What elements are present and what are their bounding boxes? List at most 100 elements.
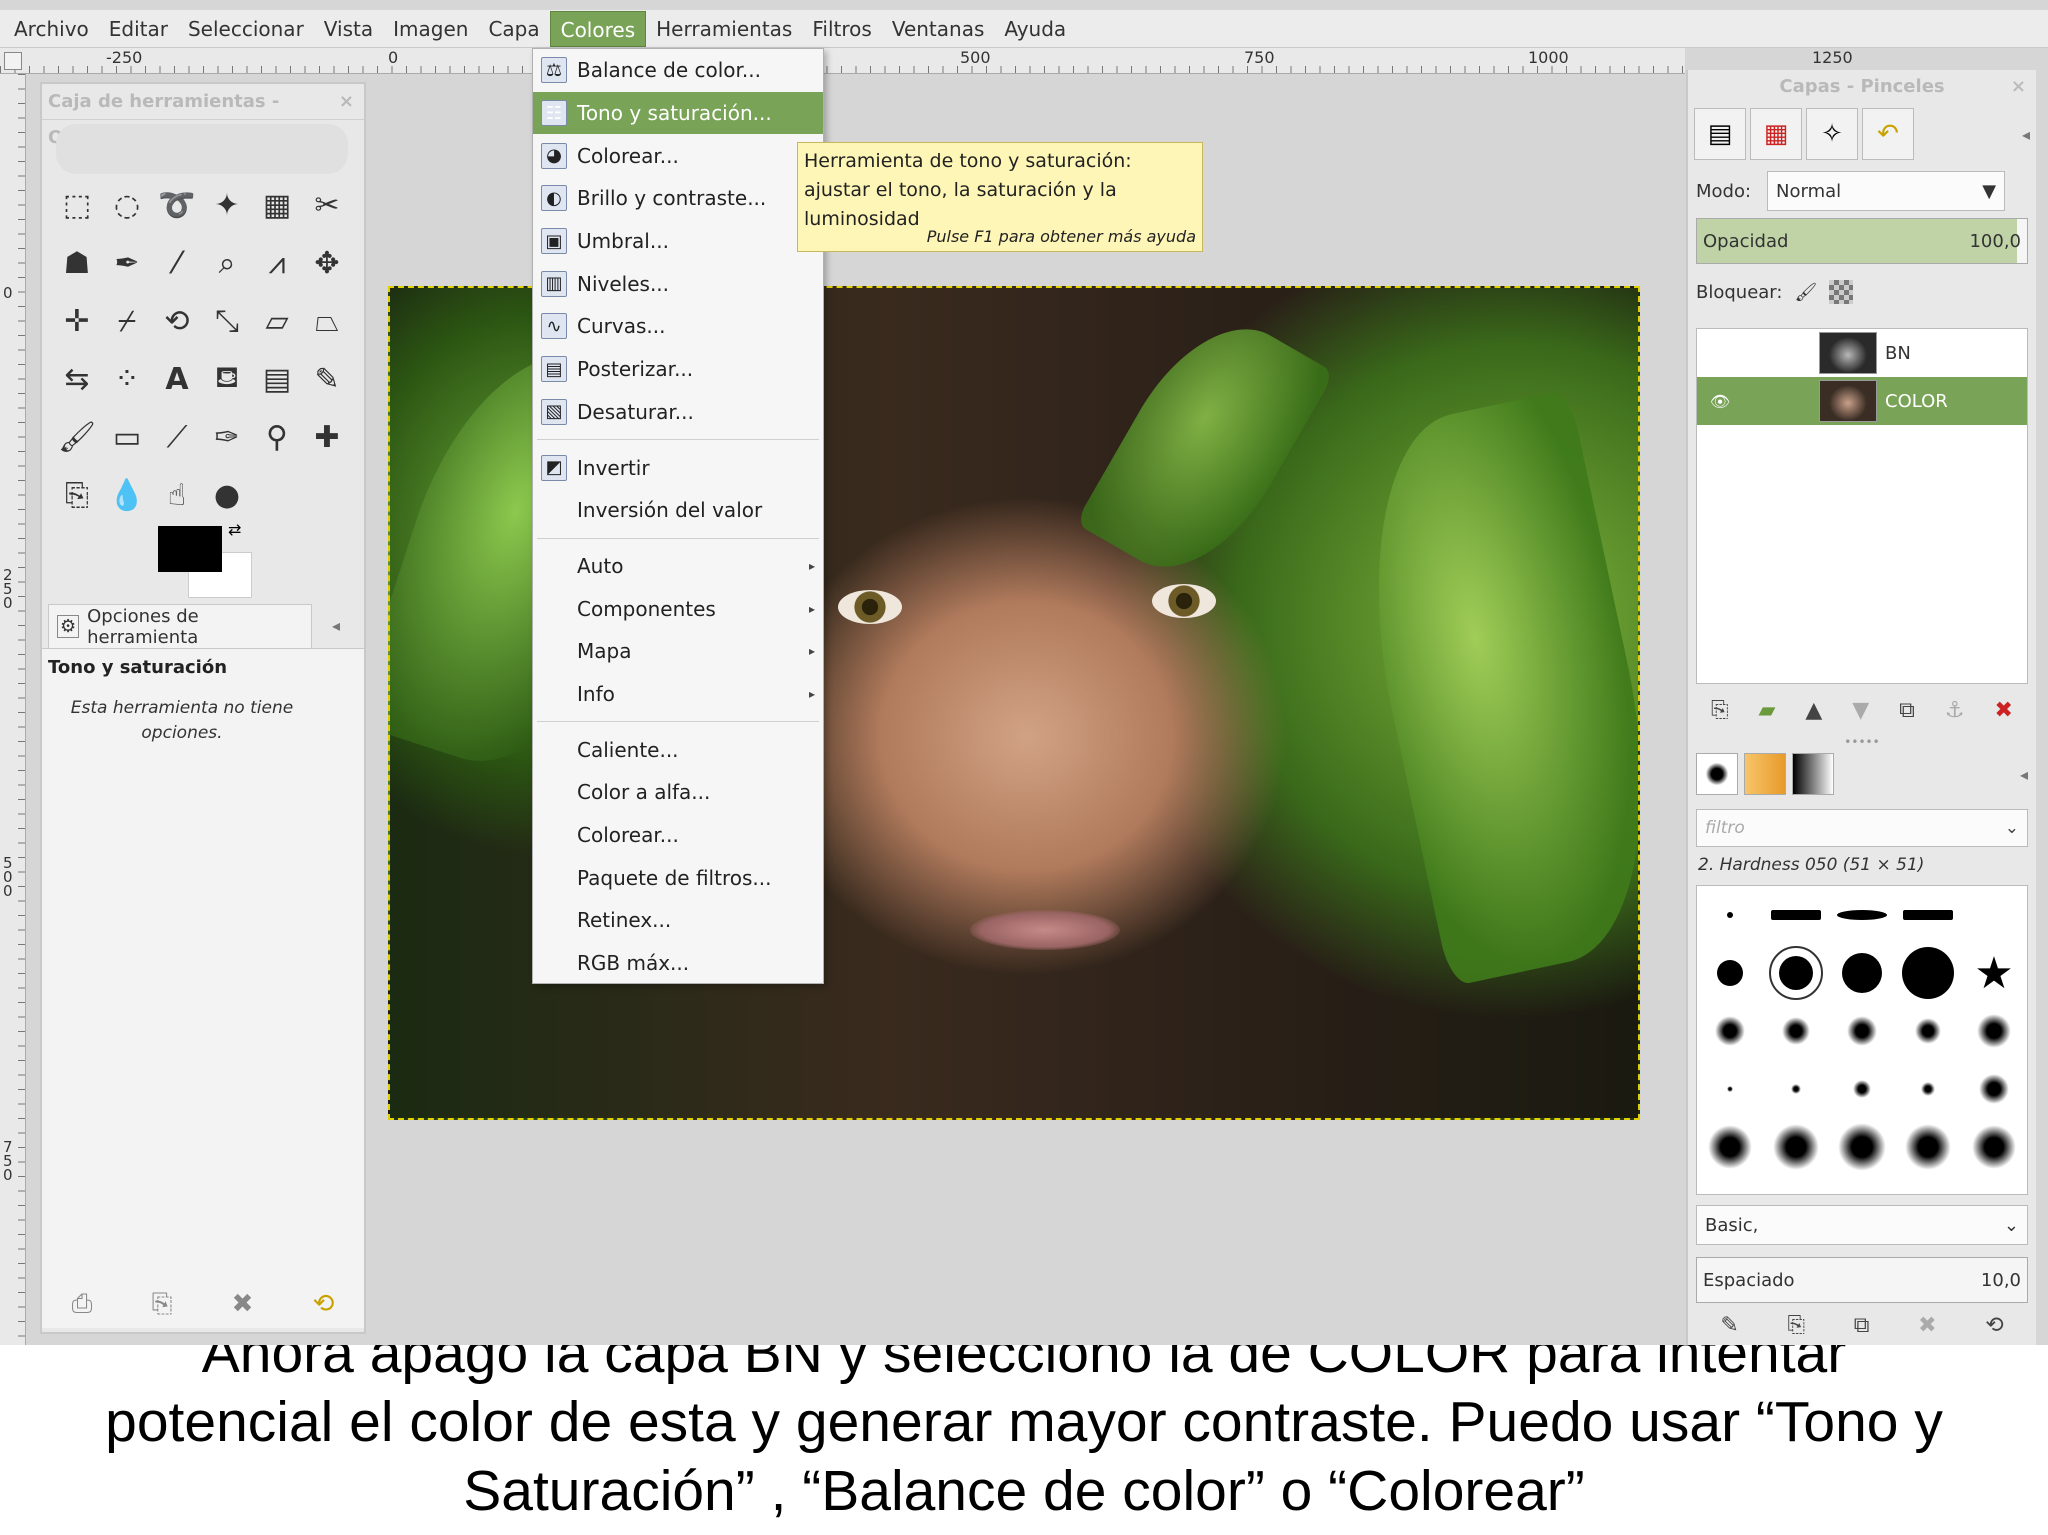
perspective-icon[interactable]: ⏢ xyxy=(302,292,352,350)
menu-item[interactable]: RGB máx... xyxy=(533,942,823,985)
menu-item[interactable]: Inversión del valor xyxy=(533,489,823,532)
measure-icon[interactable]: ⩘ xyxy=(252,234,302,292)
tab-patterns-icon[interactable] xyxy=(1744,753,1786,795)
eye-visibility-icon[interactable]: 👁 xyxy=(1697,392,1743,411)
menu-item[interactable]: ◩ Invertir xyxy=(533,446,823,489)
smudge-icon[interactable]: ☝ xyxy=(152,466,202,524)
crop-icon[interactable]: ⌿ xyxy=(102,292,152,350)
brush-swatch[interactable] xyxy=(1782,1017,1810,1045)
close-icon[interactable]: × xyxy=(339,84,354,119)
color-swatches[interactable]: ⇄ xyxy=(158,520,258,606)
heal-icon[interactable]: ✚ xyxy=(302,408,352,466)
color-picker-icon[interactable]: ⁄ xyxy=(152,234,202,292)
free-select-icon[interactable]: ➰ xyxy=(152,176,202,234)
delete-layer-icon[interactable]: ✖ xyxy=(1995,698,2013,723)
brush-swatch[interactable] xyxy=(1838,1123,1886,1171)
brush-swatch[interactable] xyxy=(1853,1080,1871,1098)
rect-select-icon[interactable]: ⬚ xyxy=(52,176,102,234)
panel-separator[interactable]: ••••• xyxy=(1688,736,2036,748)
menu-capa[interactable]: Capa xyxy=(478,11,549,47)
raise-layer-icon[interactable]: ▲ xyxy=(1805,698,1822,723)
restore-options-icon[interactable]: ⎘ xyxy=(152,1289,173,1320)
brush-swatch[interactable] xyxy=(1903,910,1953,920)
duplicate-brush-icon[interactable]: ⧉ xyxy=(1854,1313,1870,1338)
scale-icon[interactable]: ⤡ xyxy=(202,292,252,350)
tab-undo-icon[interactable]: ↶ xyxy=(1862,108,1914,160)
lower-layer-icon[interactable]: ▼ xyxy=(1852,698,1869,723)
brush-swatch[interactable] xyxy=(1842,953,1882,993)
mode-select[interactable]: Normal ▼ xyxy=(1767,171,2006,211)
menu-ventanas[interactable]: Ventanas xyxy=(882,11,995,47)
brush-swatch[interactable] xyxy=(1727,1086,1733,1092)
menu-item[interactable]: ◐ Brillo y contraste... xyxy=(533,177,823,220)
menu-item[interactable]: ▤ Posterizar... xyxy=(533,348,823,391)
delete-brush-icon[interactable]: ✖ xyxy=(1918,1313,1936,1338)
airbrush-icon[interactable]: ⟋ xyxy=(152,408,202,466)
foreground-select-icon[interactable]: ☗ xyxy=(52,234,102,292)
brush-swatch[interactable] xyxy=(1905,1124,1951,1170)
clone-icon[interactable]: ⚲ xyxy=(252,408,302,466)
menu-item[interactable]: ◕ Colorear... xyxy=(533,134,823,177)
fuzzy-select-icon[interactable]: ✦ xyxy=(202,176,252,234)
tab-channels-icon[interactable]: ▦ xyxy=(1750,108,1802,160)
ink-icon[interactable]: ✑ xyxy=(202,408,252,466)
brush-filter-input[interactable]: filtro ⌄ xyxy=(1696,809,2028,847)
tab-layers-icon[interactable]: ▤ xyxy=(1694,108,1746,160)
tool-options-tab[interactable]: ⚙ Opciones de herramienta xyxy=(48,604,312,648)
zoom-icon[interactable]: ⌕ xyxy=(202,234,252,292)
ellipse-select-icon[interactable]: ◌ xyxy=(102,176,152,234)
menu-item[interactable]: ☷ Tono y saturación... xyxy=(533,91,823,135)
bucket-fill-icon[interactable]: ⛾ xyxy=(202,350,252,408)
menu-item[interactable]: Paquete de filtros... xyxy=(533,856,823,899)
panel-menu-icon[interactable]: ◂ xyxy=(2020,765,2028,784)
paths-icon[interactable]: ✒ xyxy=(102,234,152,292)
swap-colors-icon[interactable]: ⇄ xyxy=(228,520,241,539)
new-layer-icon[interactable]: ⎘ xyxy=(1711,698,1729,723)
duplicate-layer-icon[interactable]: ⧉ xyxy=(1899,698,1915,723)
menu-filtros[interactable]: Filtros xyxy=(802,11,881,47)
shear-icon[interactable]: ▱ xyxy=(252,292,302,350)
tab-gradients-icon[interactable] xyxy=(1792,753,1834,795)
menu-item[interactable]: Info ▸ xyxy=(533,673,823,716)
brush-swatch[interactable] xyxy=(1977,1014,2011,1048)
color-select-icon[interactable]: ▦ xyxy=(252,176,302,234)
perspective-clone-icon[interactable]: ⎘ xyxy=(52,466,102,524)
text-icon[interactable]: A xyxy=(152,350,202,408)
cage-transform-icon[interactable]: ⁘ xyxy=(102,350,152,408)
blur-icon[interactable]: 💧 xyxy=(102,466,152,524)
move-icon[interactable]: ✥ xyxy=(302,234,352,292)
brush-swatch[interactable] xyxy=(1837,910,1887,920)
menu-item[interactable]: ▥ Niveles... xyxy=(533,262,823,305)
foreground-color[interactable] xyxy=(158,526,222,572)
menu-item[interactable]: Color a alfa... xyxy=(533,771,823,814)
brush-swatch[interactable] xyxy=(1769,946,1823,1000)
save-options-icon[interactable]: ⎙ xyxy=(72,1289,93,1320)
brush-preset-select[interactable]: Basic, ⌄ xyxy=(1696,1205,2028,1245)
flip-icon[interactable]: ⇆ xyxy=(52,350,102,408)
delete-options-icon[interactable]: ✖ xyxy=(232,1289,254,1320)
brush-swatch[interactable] xyxy=(1791,1084,1801,1094)
eraser-icon[interactable]: ▭ xyxy=(102,408,152,466)
brush-swatch[interactable] xyxy=(1715,1016,1745,1046)
menu-item[interactable]: ▣ Umbral... xyxy=(533,220,823,263)
tab-brushes-icon[interactable] xyxy=(1696,753,1738,795)
panel-menu-icon[interactable]: ◂ xyxy=(2022,125,2030,144)
menu-item[interactable]: ∿ Curvas... xyxy=(533,305,823,348)
rotate-icon[interactable]: ⟲ xyxy=(152,292,202,350)
menu-ayuda[interactable]: Ayuda xyxy=(994,11,1076,47)
menu-vista[interactable]: Vista xyxy=(314,11,383,47)
lock-pixels-icon[interactable]: 🖌 xyxy=(1794,282,1817,303)
brush-swatch[interactable] xyxy=(1902,947,1954,999)
layer-row-color[interactable]: 👁 COLOR xyxy=(1697,377,2027,425)
brush-swatch[interactable] xyxy=(1915,1018,1941,1044)
opacity-slider[interactable]: Opacidad 100,0 xyxy=(1696,218,2028,264)
reset-options-icon[interactable]: ⟲ xyxy=(313,1289,335,1320)
menu-item[interactable]: Mapa ▸ xyxy=(533,630,823,673)
brush-swatch[interactable] xyxy=(1771,910,1821,920)
spacing-slider[interactable]: Espaciado 10,0 xyxy=(1696,1257,2028,1303)
menu-item[interactable]: Auto ▸ xyxy=(533,545,823,588)
menu-seleccionar[interactable]: Seleccionar xyxy=(178,11,314,47)
pencil-icon[interactable]: ✎ xyxy=(302,350,352,408)
brush-swatch[interactable] xyxy=(1921,1082,1935,1096)
menu-colores[interactable]: Colores xyxy=(549,10,647,47)
